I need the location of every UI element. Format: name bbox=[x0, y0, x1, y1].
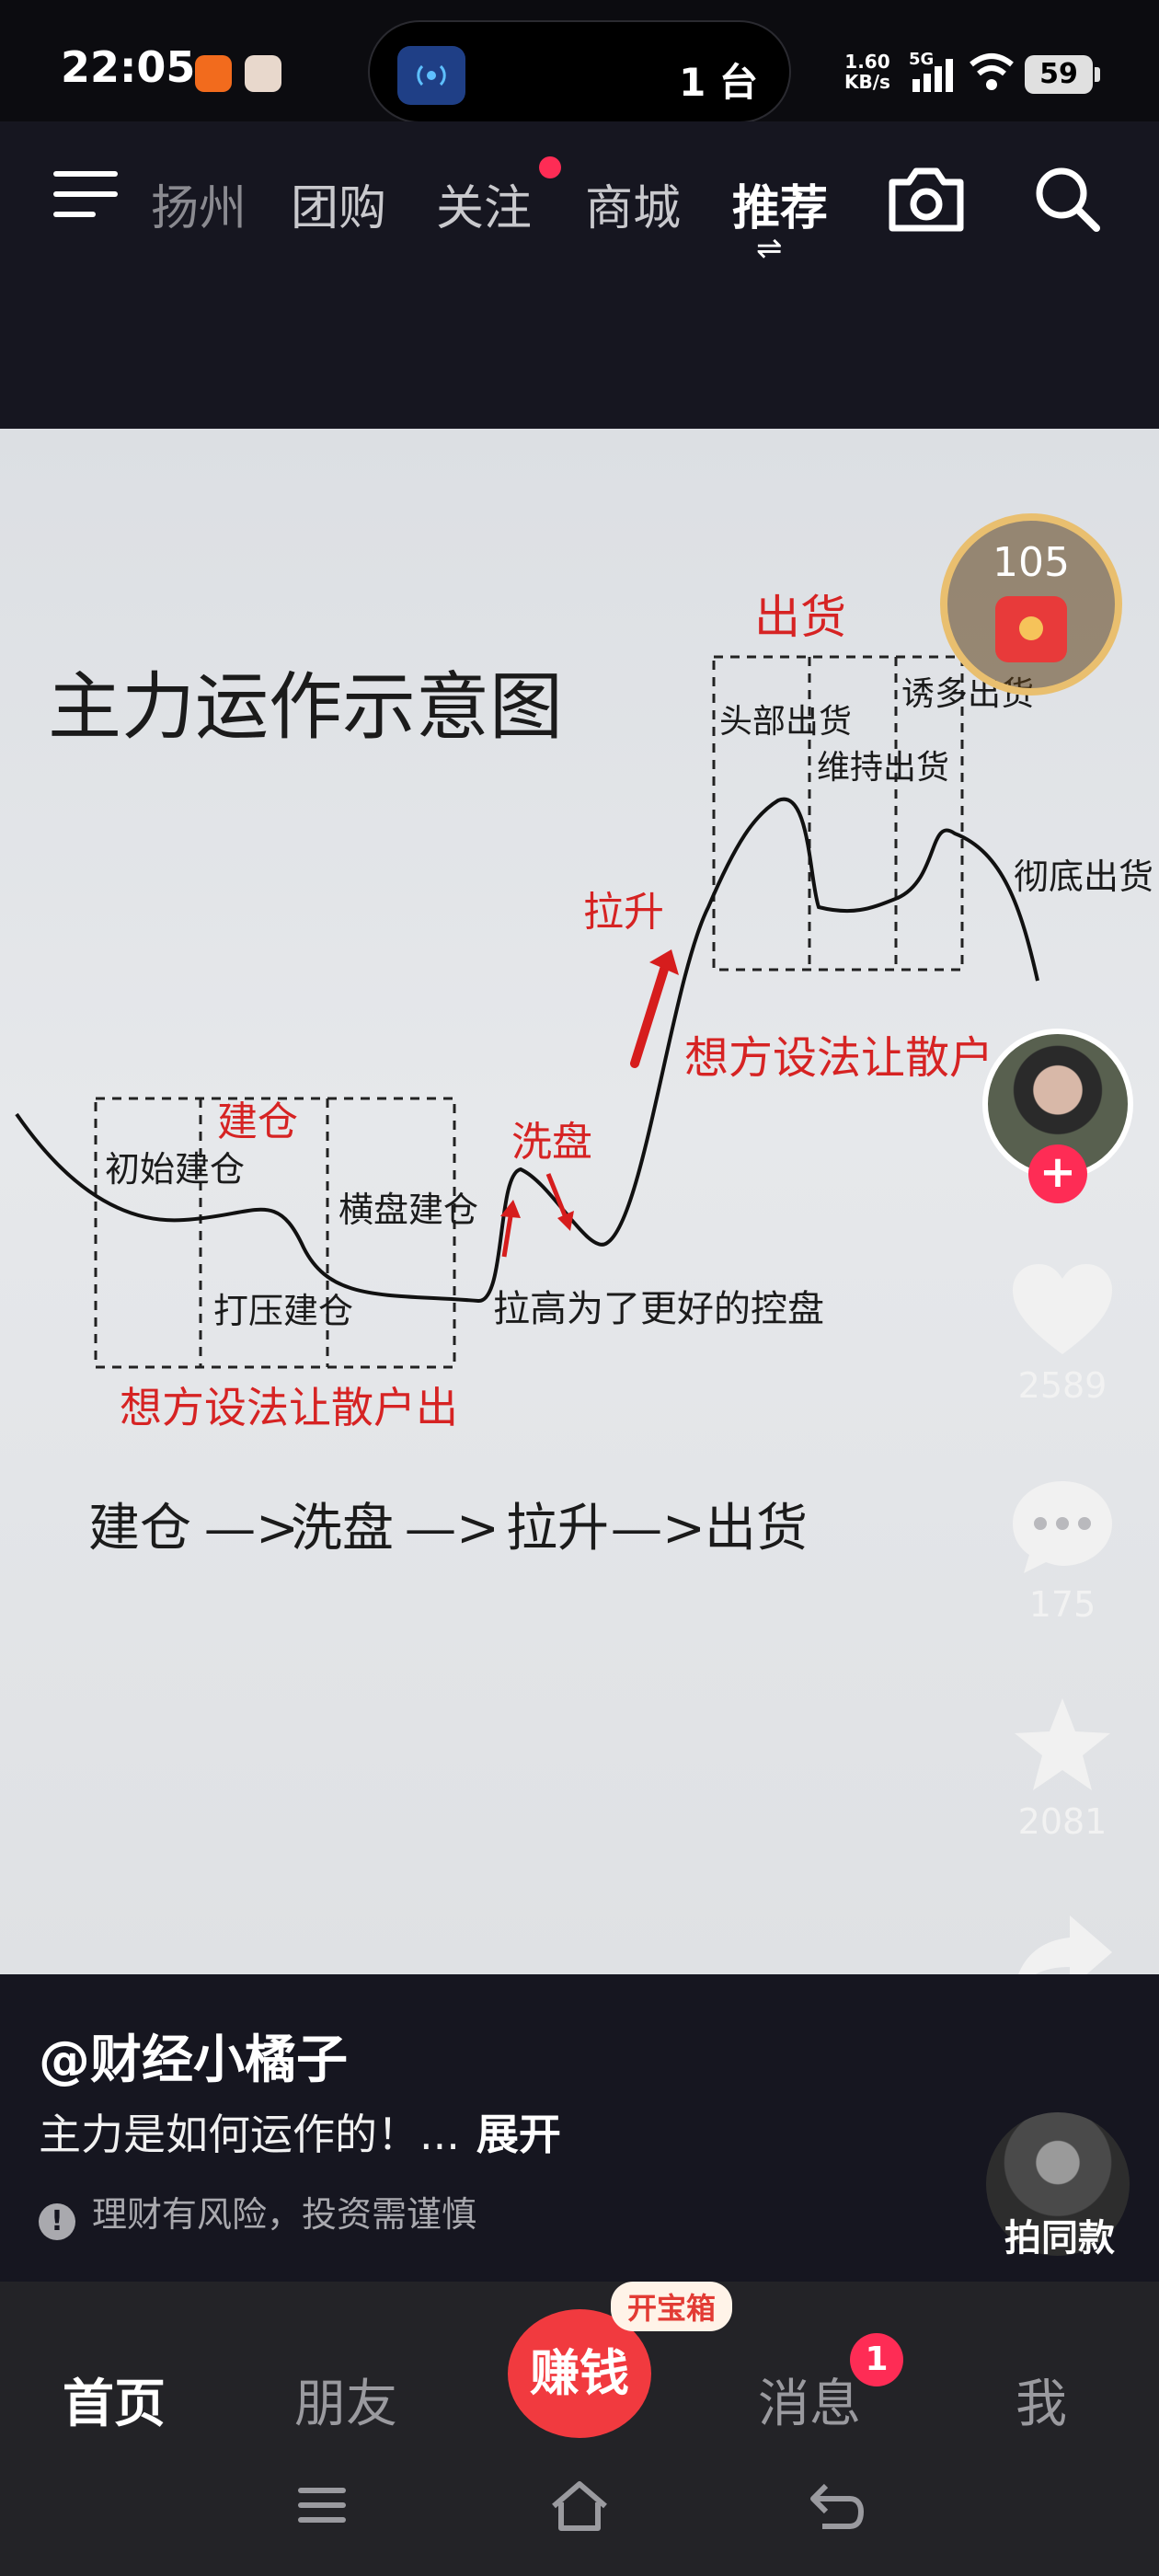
favorite-count: 2081 bbox=[1017, 1801, 1107, 1842]
description-text: 主力是如何运作的！... bbox=[39, 2110, 460, 2159]
label-hold-sell: 维持出货 bbox=[817, 749, 949, 787]
network-speed-unit: KB/s bbox=[844, 71, 890, 93]
tab-home[interactable]: 首页 bbox=[63, 2363, 166, 2437]
island-text: 1 台 bbox=[679, 60, 758, 105]
signal-icon: 5G bbox=[909, 50, 960, 98]
broadcast-icon bbox=[397, 46, 465, 105]
diagram-title: 主力运作示意图 bbox=[48, 664, 563, 750]
label-sideways-build: 横盘建仓 bbox=[339, 1190, 478, 1230]
label-initial-build: 初始建仓 bbox=[105, 1149, 245, 1190]
battery-indicator: 59 bbox=[1025, 55, 1100, 94]
network-speed: 1.60 KB/s bbox=[844, 52, 890, 92]
comment-count: 175 bbox=[1028, 1584, 1096, 1625]
video-description: 主力是如何运作的！... 展开 bbox=[39, 2101, 561, 2162]
label-wash: 洗盘 bbox=[511, 1119, 592, 1166]
swap-feed-icon[interactable]: ⇌ bbox=[756, 230, 783, 267]
label-suppress-build: 打压建仓 bbox=[213, 1291, 353, 1331]
flow-step-3: 拉升 bbox=[506, 1499, 609, 1558]
red-packet-icon bbox=[995, 596, 1067, 662]
camera-icon[interactable] bbox=[885, 162, 968, 236]
tab-recommend[interactable]: 推荐 bbox=[732, 169, 828, 238]
label-bottom-sell: 彻底出货 bbox=[1014, 857, 1153, 897]
network-speed-value: 1.60 bbox=[844, 51, 890, 73]
star-icon bbox=[1015, 1698, 1110, 1790]
bottom-tab-bar: 首页 朋友 赚钱 开宝箱 消息 1 我 bbox=[0, 2282, 1159, 2447]
note-pull: 拉高为了更好的控盘 bbox=[493, 1288, 824, 1330]
tab-mall[interactable]: 商城 bbox=[585, 169, 681, 238]
tab-yangzhou[interactable]: 扬州 bbox=[151, 169, 247, 238]
flow-step-2: 洗盘 bbox=[291, 1499, 394, 1558]
same-style-label[interactable]: 拍同款 bbox=[968, 2208, 1152, 2261]
tab-me[interactable]: 我 bbox=[1016, 2363, 1067, 2437]
flow-step-1: 建仓 bbox=[88, 1499, 191, 1558]
comment-button[interactable]: 175 bbox=[998, 1478, 1127, 1625]
comment-icon bbox=[1013, 1481, 1112, 1573]
author-name[interactable]: @财经小橘子 bbox=[39, 2018, 348, 2093]
follow-button[interactable]: + bbox=[1028, 1144, 1087, 1203]
home-icon[interactable] bbox=[548, 2478, 611, 2534]
label-sell: 出货 bbox=[754, 591, 846, 644]
following-notification-dot bbox=[539, 156, 561, 178]
tab-messages[interactable]: 消息 bbox=[758, 2363, 861, 2437]
wifi-icon bbox=[968, 52, 1016, 96]
dynamic-island[interactable]: 1 台 bbox=[368, 20, 791, 123]
heart-icon bbox=[1013, 1264, 1112, 1354]
coin-count: 105 bbox=[993, 539, 1070, 586]
menu-icon[interactable] bbox=[53, 169, 121, 221]
flow-step-4: 出货 bbox=[705, 1499, 808, 1558]
app-notification-icon bbox=[195, 55, 232, 92]
status-bar: 22:05 1 台 1.60 KB/s 5G 59 bbox=[0, 0, 1159, 123]
like-count: 2589 bbox=[1017, 1365, 1107, 1406]
top-navigation: 扬州 团购 关注 商城 推荐 ⇌ bbox=[0, 121, 1159, 429]
label-build: 建仓 bbox=[217, 1098, 298, 1145]
back-icon[interactable] bbox=[806, 2478, 865, 2534]
recent-apps-icon[interactable] bbox=[293, 2478, 351, 2534]
profile-notification-icon bbox=[245, 55, 281, 92]
messages-badge: 1 bbox=[850, 2333, 903, 2386]
status-time: 22:05 bbox=[61, 42, 196, 92]
label-pull: 拉升 bbox=[583, 889, 664, 936]
favorite-button[interactable]: 2081 bbox=[998, 1695, 1127, 1842]
tab-group-buy[interactable]: 团购 bbox=[291, 169, 386, 238]
label-top-sell: 头部出货 bbox=[719, 703, 852, 741]
tab-friends[interactable]: 朋友 bbox=[294, 2363, 397, 2437]
note-retail-out-1: 想方设法让散户出 bbox=[120, 1383, 458, 1432]
system-navigation-bar bbox=[0, 2447, 1159, 2576]
tab-following[interactable]: 关注 bbox=[436, 169, 532, 238]
treasure-badge[interactable]: 开宝箱 bbox=[611, 2282, 733, 2331]
flow-arrow-1: —> bbox=[204, 1499, 299, 1558]
note-retail-out-2: 想方设法让散户 bbox=[684, 1032, 993, 1084]
flow-arrow-3: —> bbox=[611, 1499, 706, 1558]
risk-notice: ! 理财有风险，投资需谨慎 bbox=[39, 2186, 476, 2240]
risk-notice-text: 理财有风险，投资需谨慎 bbox=[92, 2194, 477, 2235]
flow-arrow-2: —> bbox=[405, 1499, 499, 1558]
expand-button[interactable]: 展开 bbox=[476, 2110, 561, 2159]
network-type: 5G bbox=[909, 50, 935, 69]
coin-reward-widget[interactable]: 105 bbox=[940, 513, 1122, 696]
search-icon[interactable] bbox=[1030, 162, 1104, 236]
warning-icon: ! bbox=[39, 2203, 75, 2240]
like-button[interactable]: 2589 bbox=[998, 1262, 1127, 1406]
